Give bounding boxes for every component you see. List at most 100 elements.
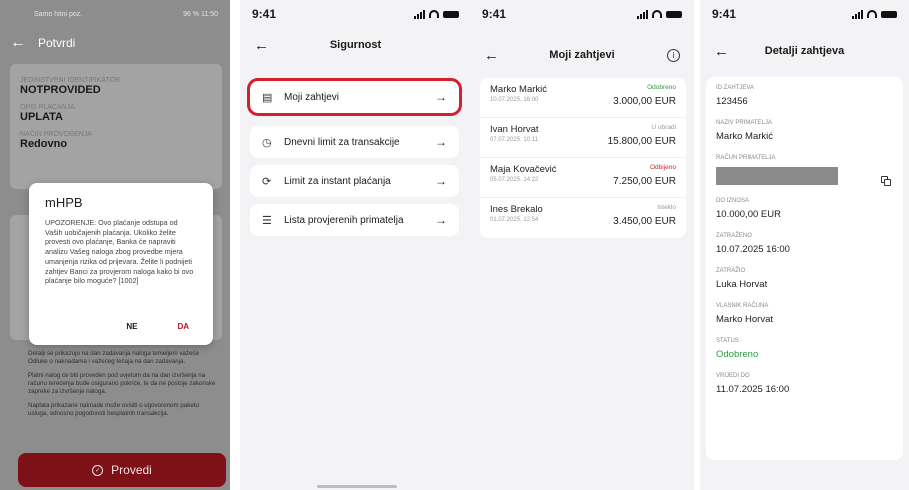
- document-icon: ▤: [262, 91, 273, 104]
- status-time: 9:41: [252, 7, 277, 21]
- status-time: 9:41: [482, 7, 507, 21]
- status-badge: Isteklo: [657, 204, 676, 211]
- field-label: NAZIV PRIMATELJA: [716, 120, 772, 126]
- status-icons: [637, 9, 682, 19]
- field-value: 10.07.2025 16:00: [716, 244, 790, 255]
- clock-icon: ◷: [262, 136, 272, 149]
- field-label: VRIJEDI DO: [716, 373, 750, 379]
- status-bar: 9:41: [700, 0, 909, 28]
- wifi-icon: [652, 10, 662, 18]
- request-row[interactable]: Ivan Horvat 07.07.2025. 10:11 U obradi 1…: [480, 118, 686, 158]
- instant-icon: ⟳: [262, 175, 272, 188]
- request-name: Ines Brekalo: [490, 204, 543, 215]
- my-requests-screen: 9:41 ← Moji zahtjevi i Marko Markić 10.0…: [470, 0, 694, 490]
- header: ← Detalji zahtjeva: [700, 34, 909, 68]
- menu-item-instant-limit[interactable]: ⟳ Limit za instant plaćanja →: [250, 165, 459, 197]
- status-bar: 9:41: [470, 0, 694, 28]
- field-label: RAČUN PRIMATELJA: [716, 155, 776, 161]
- arrow-right-icon: →: [435, 135, 447, 149]
- field-value: 123456: [716, 96, 748, 107]
- provedi-button[interactable]: ✓ Provedi: [18, 453, 226, 487]
- request-detail-screen: 9:41 ← Detalji zahtjeva ID ZAHTJEVA 1234…: [700, 0, 909, 490]
- dialog-no-button[interactable]: NE: [126, 322, 137, 331]
- signal-icon: [637, 9, 648, 19]
- field-value: 10.000,00 EUR: [716, 209, 781, 220]
- menu-item-lista-primatelja[interactable]: ☰ Lista provjerenih primatelja →: [250, 204, 459, 236]
- request-amount: 3.450,00 EUR: [613, 216, 676, 227]
- security-screen: 9:41 ← Sigurnost ▤ Moji zahtjevi → ◷ Dne…: [240, 0, 471, 490]
- back-arrow-icon[interactable]: ←: [484, 47, 499, 64]
- status-value: Odobreno: [716, 349, 759, 360]
- field-label: JEDINSTVENI IDENTIFIKATOR: [20, 77, 121, 84]
- warning-dialog: mHPB UPOZORENJE: Ovo plaćanje odstupa od…: [29, 183, 213, 345]
- provedi-label: Provedi: [111, 463, 152, 477]
- copy-icon[interactable]: [881, 176, 891, 186]
- disclaimer-notes: Detalji se prikazuju na dan zadavanja na…: [28, 350, 218, 424]
- dialog-body: UPOZORENJE: Ovo plaćanje odstupa od Vaši…: [45, 218, 194, 286]
- request-name: Ivan Horvat: [490, 124, 539, 135]
- menu-item-label: Moji zahtjevi: [284, 91, 340, 103]
- field-value: NOTPROVIDED: [20, 84, 101, 96]
- request-name: Maja Kovačević: [490, 164, 557, 175]
- field-label: ZATRAŽIO: [716, 268, 746, 274]
- status-battery-time: 96 % 11:50: [183, 10, 218, 18]
- wifi-icon: [429, 10, 439, 18]
- dialog-title: mHPB: [45, 195, 83, 210]
- home-indicator: [317, 485, 397, 488]
- detail-card: ID ZAHTJEVA 123456 NAZIV PRIMATELJA Mark…: [706, 77, 903, 460]
- info-icon[interactable]: i: [667, 48, 680, 62]
- field-value: 11.07.2025 16:00: [716, 384, 790, 395]
- field-value: Marko Horvat: [716, 314, 774, 325]
- status-icons: [414, 9, 459, 19]
- request-row[interactable]: Ines Brekalo 01.07.2025. 12:54 Isteklo 3…: [480, 198, 686, 238]
- dialog-yes-button[interactable]: DA: [177, 322, 189, 331]
- redacted-account: [716, 167, 838, 185]
- note-text: Platni nalog će biti proveden pod uvjeto…: [28, 371, 216, 396]
- arrow-right-icon: →: [435, 174, 447, 188]
- note-text: Naplata prikazane naknade može ovisiti o…: [28, 401, 199, 418]
- request-row[interactable]: Maja Kovačević 05.07.2025. 14:22 Odbijen…: [480, 158, 686, 198]
- request-row[interactable]: Marko Markić 10.07.2025. 16:00 Odobreno …: [480, 78, 686, 118]
- request-amount: 3.000,00 EUR: [613, 96, 676, 107]
- list-icon: ☰: [262, 214, 272, 227]
- page-title: Detalji zahtjeva: [764, 45, 845, 57]
- request-list: Marko Markić 10.07.2025. 16:00 Odobreno …: [480, 78, 686, 238]
- field-label: STATUS: [716, 338, 739, 344]
- field-label: DO IZNOSA: [716, 198, 750, 204]
- menu-item-moji-zahtjevi[interactable]: ▤ Moji zahtjevi →: [247, 78, 462, 116]
- field-label: NAČIN PROVOĐENJA: [20, 131, 92, 138]
- field-label: ID ZAHTJEVA: [716, 85, 754, 91]
- field-value: Marko Markić: [716, 131, 774, 142]
- signal-icon: [852, 9, 863, 19]
- request-amount: 7.250,00 EUR: [613, 176, 676, 187]
- arrow-right-icon: →: [435, 213, 447, 227]
- battery-icon: [443, 10, 459, 18]
- confirm-screen: Samo hitni poz. 96 % 11:50 ← Potvrdi JED…: [0, 0, 230, 490]
- status-icons: [852, 9, 897, 19]
- status-bar: 9:41: [240, 0, 471, 28]
- menu-item-dnevni-limit[interactable]: ◷ Dnevni limit za transakcije →: [250, 126, 459, 158]
- field-value: Redovno: [20, 138, 68, 150]
- back-arrow-icon[interactable]: ←: [254, 37, 269, 54]
- payment-details-card: JEDINSTVENI IDENTIFIKATOR NOTPROVIDED OP…: [10, 64, 222, 189]
- page-title: Moji zahtjevi: [549, 49, 615, 61]
- status-badge: Odbijeno: [649, 164, 676, 171]
- page-title: Sigurnost: [329, 39, 382, 51]
- status-badge: Odobreno: [647, 84, 676, 91]
- signal-icon: [414, 9, 425, 19]
- field-label: VLASNIK RAČUNA: [716, 303, 769, 309]
- status-bar: Samo hitni poz. 96 % 11:50: [0, 0, 230, 28]
- arrow-right-icon: →: [435, 90, 447, 104]
- field-value: Luka Horvat: [716, 279, 768, 290]
- status-carrier: Samo hitni poz.: [34, 10, 83, 18]
- note-text: Detalji se prikazuju na dan zadavanja na…: [28, 350, 199, 366]
- field-label: OPIS PLAĆANJA: [20, 104, 75, 111]
- menu-item-label: Dnevni limit za transakcije: [284, 136, 400, 148]
- back-arrow-icon[interactable]: ←: [714, 43, 729, 60]
- check-circle-icon: ✓: [92, 464, 104, 476]
- wifi-icon: [867, 10, 877, 18]
- header: ← Moji zahtjevi i: [470, 38, 694, 72]
- battery-icon: [881, 10, 897, 18]
- back-arrow-icon[interactable]: ←: [10, 34, 26, 52]
- menu-item-label: Lista provjerenih primatelja: [284, 214, 404, 226]
